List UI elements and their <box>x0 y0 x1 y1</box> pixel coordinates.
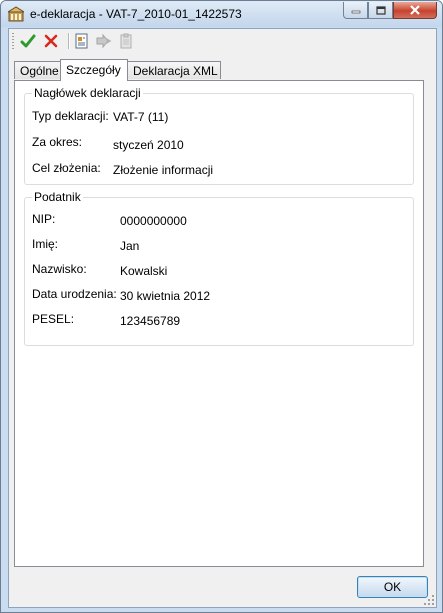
group-title-taxpayer: Podatnik <box>32 190 83 204</box>
window-title: e-deklaracja - VAT-7_2010-01_1422573 <box>30 7 242 21</box>
period-label: Za okres: <box>32 135 83 149</box>
purpose-value: Złożenie informacji <box>113 163 214 177</box>
details-tab-panel: Nagłówek deklaracji Typ deklaracji: VAT-… <box>14 80 424 567</box>
toolbar-grip[interactable] <box>12 33 14 49</box>
building-icon <box>8 6 24 22</box>
maximize-icon <box>375 5 386 15</box>
birth-date-value: 30 kwietnia 2012 <box>120 289 211 303</box>
nip-value: 0000000000 <box>120 214 187 228</box>
nip-label: NIP: <box>32 212 56 226</box>
first-name-value: Jan <box>120 239 140 253</box>
send-button[interactable] <box>95 32 113 50</box>
maximize-button[interactable] <box>368 2 393 19</box>
declaration-header-group: Nagłówek deklaracji Typ deklaracji: VAT-… <box>24 86 414 185</box>
last-name-label: Nazwisko: <box>32 262 87 276</box>
resize-grip-icon[interactable] <box>424 595 434 605</box>
minimize-icon <box>351 10 360 14</box>
group-title-header: Nagłówek deklaracji <box>32 86 143 100</box>
minimize-button[interactable] <box>343 2 368 19</box>
declaration-type-label: Typ deklaracji: <box>32 109 109 123</box>
taxpayer-group: Podatnik NIP: 0000000000 Imię: Jan Nazwi… <box>24 190 414 346</box>
pesel-value: 123456789 <box>120 314 181 328</box>
period-value: styczeń 2010 <box>113 138 184 152</box>
purpose-label: Cel złożenia: <box>32 161 101 175</box>
pesel-label: PESEL: <box>32 312 75 326</box>
close-button[interactable] <box>393 2 437 19</box>
tab-szczegoly[interactable]: Szczegóły <box>60 59 128 81</box>
tab-deklaracja-xml[interactable]: Deklaracja XML <box>127 61 221 79</box>
toolbar-separator <box>68 33 69 49</box>
tab-ogolne[interactable]: Ogólne <box>14 61 61 79</box>
title-bar[interactable]: e-deklaracja - VAT-7_2010-01_1422573 <box>1 1 442 27</box>
properties-icon <box>75 33 88 49</box>
forward-arrows-icon <box>96 33 112 49</box>
reject-button[interactable] <box>42 32 60 50</box>
clipboard-button[interactable] <box>117 32 135 50</box>
declaration-type-value: VAT-7 (11) <box>113 110 169 124</box>
dialog-client-area: Ogólne Szczegóły Deklaracja XML Nagłówek… <box>8 28 437 608</box>
close-icon <box>410 5 420 15</box>
caption-buttons <box>343 2 437 19</box>
properties-button[interactable] <box>73 32 91 50</box>
toolbar <box>9 29 436 53</box>
checkmark-icon <box>20 34 36 48</box>
clipboard-icon <box>120 33 132 49</box>
birth-date-label: Data urodzenia: <box>32 287 117 301</box>
accept-button[interactable] <box>19 32 37 50</box>
dialog-window: e-deklaracja - VAT-7_2010-01_1422573 Ogó… <box>0 0 443 613</box>
cancel-x-icon <box>44 34 58 48</box>
last-name-value: Kowalski <box>120 264 168 278</box>
ok-button[interactable]: OK <box>357 576 428 598</box>
first-name-label: Imię: <box>32 237 59 251</box>
